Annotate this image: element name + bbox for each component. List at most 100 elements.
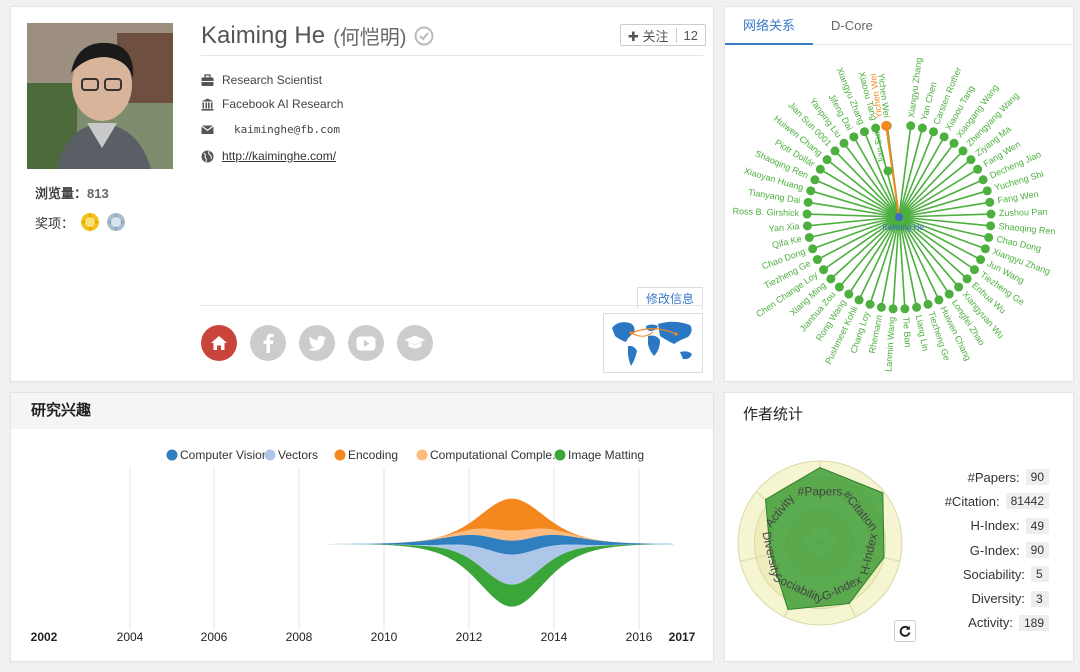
email-text: kaiminghe@fb.com (234, 123, 340, 136)
center-node[interactable] (895, 213, 903, 221)
verified-icon (414, 26, 434, 45)
network-node[interactable] (819, 265, 829, 275)
world-map-thumbnail[interactable] (603, 313, 703, 373)
network-node[interactable] (949, 138, 959, 148)
inner-node[interactable] (883, 166, 893, 176)
network-node[interactable] (844, 289, 854, 299)
network-node[interactable] (986, 209, 996, 219)
twitter-button[interactable] (299, 325, 335, 361)
network-node[interactable] (815, 164, 825, 174)
legend-marker[interactable] (264, 449, 276, 461)
scholar-button[interactable] (397, 325, 433, 361)
network-node[interactable] (912, 302, 922, 312)
interest-streamgraph[interactable]: Computer Vision Vectors Encoding Computatio… (11, 430, 713, 662)
network-node[interactable] (808, 244, 818, 254)
network-node[interactable] (830, 146, 840, 156)
awards: 奖项： (35, 212, 126, 232)
stat-value: 90 (1025, 542, 1049, 559)
network-node-label: Tie Ban (901, 316, 913, 347)
network-node[interactable] (854, 295, 864, 305)
network-node[interactable] (980, 244, 990, 254)
stat-row: H-Index: 49 (903, 514, 1049, 538)
legend-marker[interactable] (416, 449, 428, 461)
legend-marker[interactable] (166, 449, 178, 461)
twitter-icon (308, 335, 326, 351)
network-node[interactable] (849, 132, 859, 142)
homepage-row: http://kaiminghe.com/ (201, 149, 336, 163)
network-node[interactable] (958, 146, 968, 156)
interests-title: 研究兴趣 (11, 393, 713, 429)
homepage-link[interactable]: http://kaiminghe.com/ (222, 149, 336, 163)
network-node[interactable] (865, 299, 875, 309)
network-node[interactable] (966, 155, 976, 165)
network-node[interactable] (806, 186, 816, 196)
stats-radar-chart: #Papers#CitationH-IndexG-IndexSociabilit… (737, 460, 903, 626)
network-node[interactable] (986, 221, 996, 231)
network-node[interactable] (917, 123, 927, 133)
network-node[interactable] (982, 186, 992, 196)
envelope-icon (201, 125, 214, 134)
name-en: Kaiming He (201, 21, 326, 49)
youtube-button[interactable] (348, 325, 384, 361)
legend-label[interactable]: Computational Comple... (430, 448, 562, 462)
network-node[interactable] (803, 197, 813, 207)
follow-label: ✚ 关注 (628, 28, 669, 44)
year-label: 2017 (669, 630, 696, 644)
network-node[interactable] (804, 232, 814, 242)
network-node[interactable] (802, 209, 812, 219)
highlight-node[interactable] (881, 120, 892, 131)
network-edge (898, 127, 924, 218)
network-node[interactable] (939, 132, 949, 142)
network-node[interactable] (944, 289, 954, 299)
network-card: 网络关系 D-Core Xiangyu Zhang Yan Chen Carsten… (724, 6, 1074, 382)
network-node[interactable] (802, 221, 812, 231)
legend-label[interactable]: Image Matting (568, 448, 644, 462)
network-node[interactable] (859, 127, 869, 137)
facebook-button[interactable] (250, 325, 286, 361)
legend-label[interactable]: Vectors (278, 448, 318, 462)
network-node[interactable] (876, 302, 886, 312)
stat-value: 3 (1031, 590, 1049, 607)
network-node[interactable] (900, 304, 910, 314)
network-node[interactable] (973, 164, 983, 174)
network-node-label: Liang Lin (914, 314, 931, 352)
network-node[interactable] (826, 274, 836, 284)
network-node-label: Fang Wen (997, 189, 1039, 205)
network-node[interactable] (929, 127, 939, 137)
legend-label[interactable]: Encoding (348, 448, 398, 462)
follow-button[interactable]: ✚ 关注 12 (620, 24, 706, 46)
network-node[interactable] (923, 299, 933, 309)
youtube-icon (356, 336, 376, 350)
network-node[interactable] (984, 232, 994, 242)
legend-label[interactable]: Computer Vision (180, 448, 269, 462)
network-node[interactable] (962, 274, 972, 284)
network-node[interactable] (969, 265, 979, 275)
network-node[interactable] (888, 304, 898, 314)
network-node[interactable] (822, 155, 832, 165)
network-node-label: Zushou Pan (999, 207, 1048, 219)
gold-award-icon[interactable] (80, 212, 100, 232)
silver-award-icon[interactable] (106, 212, 126, 232)
network-node[interactable] (954, 282, 964, 292)
view-count: 浏览量：813 (35, 183, 109, 202)
network-node[interactable] (976, 255, 986, 265)
network-node[interactable] (839, 138, 849, 148)
coauthor-network-graph[interactable]: Xiangyu ZhangYan ChenCarsten RotherXiaoo… (725, 45, 1073, 381)
network-node[interactable] (978, 175, 988, 185)
network-node[interactable] (810, 175, 820, 185)
home-button[interactable] (201, 325, 237, 361)
legend-marker[interactable] (554, 449, 566, 461)
tab-network[interactable]: 网络关系 (725, 7, 814, 45)
tab-d-core[interactable]: D-Core (813, 7, 891, 45)
network-node[interactable] (834, 282, 844, 292)
stat-row: #Citation: 81442 (903, 489, 1049, 513)
network-node[interactable] (906, 121, 916, 131)
network-node[interactable] (812, 255, 822, 265)
network-node-label: Rhemann (867, 314, 884, 354)
institution-icon (201, 98, 214, 111)
briefcase-icon (201, 73, 214, 86)
awards-label: 奖项： (35, 215, 75, 231)
network-node[interactable] (985, 197, 995, 207)
legend-marker[interactable] (334, 449, 346, 461)
network-node[interactable] (934, 295, 944, 305)
